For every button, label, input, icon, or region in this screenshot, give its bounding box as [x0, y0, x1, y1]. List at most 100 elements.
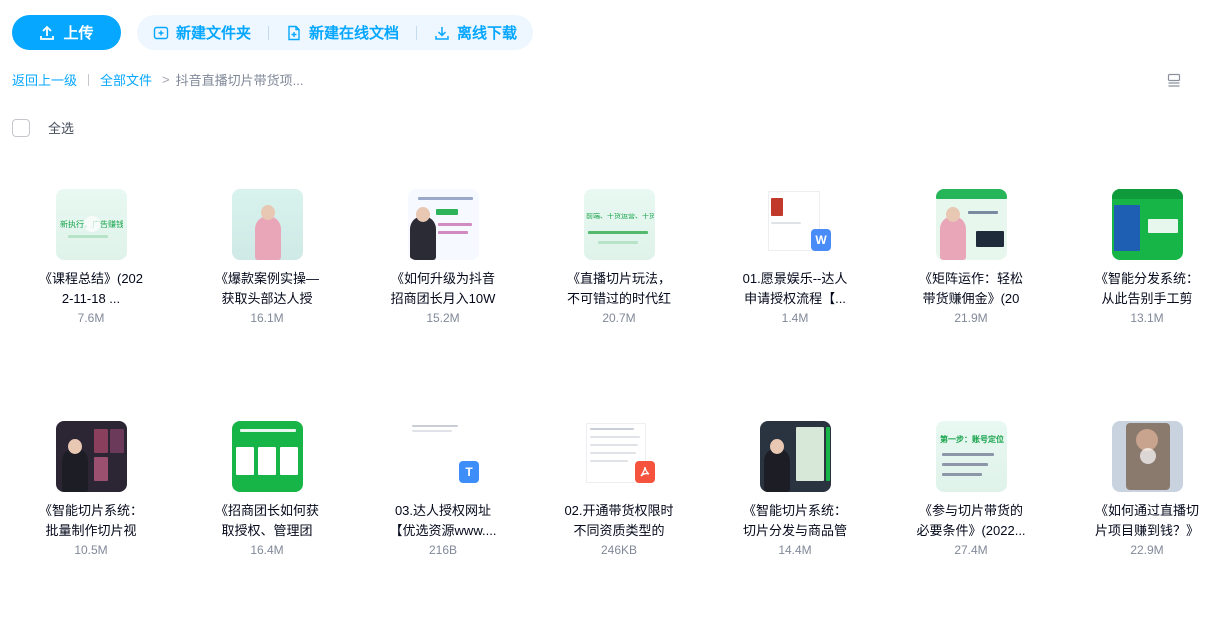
file-item[interactable]: 《如何通过直播切 片项目赚到钱？》 22.9M	[1082, 421, 1212, 591]
file-name: 《直播切片玩法， 不可错过的时代红	[549, 269, 689, 309]
thumbnail-line	[240, 429, 296, 432]
word-file-icon: W	[811, 229, 831, 251]
file-name: 《智能分发系统： 从此告别手工剪	[1077, 269, 1217, 309]
thumbnail-block	[94, 429, 108, 453]
action-group: 新建文件夹 新建在线文档 离线下载	[137, 15, 534, 50]
divider	[268, 25, 270, 40]
file-size: 27.4M	[954, 543, 988, 557]
thumbnail-line	[968, 211, 998, 214]
file-item[interactable]: 《智能切片系统： 批量制作切片视 10.5M	[26, 421, 156, 591]
new-online-doc-label: 新建在线文档	[309, 25, 400, 42]
offline-download-label: 离线下载	[457, 25, 518, 42]
doc-line	[590, 428, 634, 430]
offline-download-button[interactable]: 离线下载	[432, 22, 519, 43]
presenter-figure	[62, 448, 88, 492]
thumbnail-line	[438, 231, 468, 234]
file-name: 《如何升级为抖音 招商团长月入10W	[373, 269, 513, 309]
file-name: 《如何通过直播切 片项目赚到钱？》	[1077, 501, 1217, 541]
pdf-icon	[640, 466, 650, 477]
presenter-head	[770, 439, 784, 454]
select-all-checkbox[interactable]	[12, 118, 30, 137]
file-item[interactable]: T 03.达人授权网址 【优选资源www.... 216B	[378, 421, 508, 591]
file-name-line: 02.开通带货权限时	[564, 503, 674, 518]
file-item[interactable]: 《矩阵运作：轻松 带货赚佣金》(20 21.9M	[906, 189, 1036, 359]
upload-button[interactable]: 上传	[12, 15, 121, 50]
thumbnail-block	[976, 231, 1004, 247]
thumbnail-block	[94, 457, 108, 481]
file-size: 22.9M	[1130, 543, 1164, 557]
thumbnail-phone	[796, 427, 824, 481]
new-online-doc-button[interactable]: 新建在线文档	[284, 22, 401, 43]
file-name-line: 【优选资源www....	[389, 523, 497, 538]
list-view-icon[interactable]	[1166, 72, 1182, 88]
file-name-line: 取授权、管理团	[221, 523, 313, 538]
doc-line	[590, 452, 636, 454]
all-files-link[interactable]: 全部文件	[100, 70, 152, 89]
file-name-line: 《智能切片系统：	[38, 503, 143, 518]
file-name: 01.愿景娱乐--达人 申请授权流程【...	[725, 269, 865, 309]
file-item[interactable]: 《智能切片系统： 切片分发与商品管 14.4M	[730, 421, 860, 591]
play-icon	[1140, 448, 1156, 464]
thumbnail-caption: 前端、干货运营、干货主播、干	[586, 213, 654, 220]
file-item[interactable]: 第一步：账号定位 《参与切片带货的 必要条件》(2022... 27.4M	[906, 421, 1036, 591]
presenter-figure	[764, 448, 790, 492]
crumb-divider	[88, 73, 90, 86]
doc-image	[771, 198, 783, 216]
thumbnail-block	[110, 429, 124, 453]
doc-line	[771, 222, 801, 224]
new-folder-icon	[153, 26, 169, 39]
video-thumbnail	[1112, 421, 1183, 492]
file-name: 《矩阵运作：轻松 带货赚佣金》(20	[901, 269, 1041, 309]
select-all[interactable]: 全选	[12, 118, 74, 137]
thumbnail-line	[588, 231, 648, 234]
file-name: 《智能切片系统： 切片分发与商品管	[725, 501, 865, 541]
thumbnail-panel	[1114, 205, 1140, 251]
upload-label: 上传	[63, 25, 94, 42]
file-name-line: 《如何通过直播切	[1094, 503, 1199, 518]
file-name-line: 《直播切片玩法，	[566, 271, 671, 286]
thumbnail-line	[418, 197, 473, 200]
video-thumbnail	[408, 189, 479, 260]
crumb-separator-icon: >	[162, 72, 170, 87]
file-size: 16.1M	[250, 311, 284, 325]
file-name: 《参与切片带货的 必要条件》(2022...	[901, 501, 1041, 541]
breadcrumb: 返回上一级 全部文件 > 抖音直播切片带货项...	[12, 70, 303, 89]
file-item[interactable]: 《如何升级为抖音 招商团长月入10W 15.2M	[378, 189, 508, 359]
file-item[interactable]: 前端、干货运营、干货主播、干 《直播切片玩法， 不可错过的时代红 20.7M	[554, 189, 684, 359]
file-item[interactable]: 《招商团长如何获 取授权、管理团 16.4M	[202, 421, 332, 591]
thumbnail-header	[1112, 189, 1183, 199]
current-folder: 抖音直播切片带货项...	[175, 73, 304, 88]
file-item[interactable]: 新执行，广告赚钱的可 《课程总结》(202 2-11-18 ... 7.6M	[26, 189, 156, 359]
video-thumbnail	[936, 189, 1007, 260]
thumbnail-panel	[258, 447, 276, 475]
file-name: 《招商团长如何获 取授权、管理团	[197, 501, 337, 541]
file-name-line: 2-11-18 ...	[61, 291, 121, 306]
video-thumbnail: 第一步：账号定位	[936, 421, 1007, 492]
file-item[interactable]: 《智能分发系统： 从此告别手工剪 13.1M	[1082, 189, 1212, 359]
file-name-line: 03.达人授权网址	[394, 503, 492, 518]
play-icon	[84, 216, 100, 232]
new-folder-button[interactable]: 新建文件夹	[151, 22, 253, 43]
file-item[interactable]: 《爆款案例实操— 获取头部达人授 16.1M	[202, 189, 332, 359]
file-name-line: 01.愿景娱乐--达人	[742, 271, 848, 286]
presenter-figure	[255, 216, 281, 260]
file-name-line: 《智能分发系统：	[1094, 271, 1199, 286]
file-name-line: 带货赚佣金》(20	[922, 291, 1020, 306]
file-name-line: 《参与切片带货的	[918, 503, 1023, 518]
back-link[interactable]: 返回上一级	[12, 70, 77, 89]
video-thumbnail	[232, 421, 303, 492]
thumbnail-line	[438, 223, 472, 226]
thumbnail-line	[598, 241, 638, 244]
file-name: 《爆款案例实操— 获取头部达人授	[197, 269, 337, 309]
file-name: 03.达人授权网址 【优选资源www....	[373, 501, 513, 541]
doc-thumbnail: T	[408, 421, 479, 492]
file-size: 7.6M	[77, 311, 105, 325]
doc-line	[412, 425, 458, 427]
presenter-head	[261, 205, 275, 220]
thumbnail-line	[436, 209, 458, 215]
doc-line	[412, 430, 452, 432]
file-item[interactable]: 02.开通带货权限时 不同资质类型的 246KB	[554, 421, 684, 591]
file-item[interactable]: W 01.愿景娱乐--达人 申请授权流程【... 1.4M	[730, 189, 860, 359]
divider	[416, 25, 418, 40]
file-name-line: 必要条件》(2022...	[916, 523, 1026, 538]
